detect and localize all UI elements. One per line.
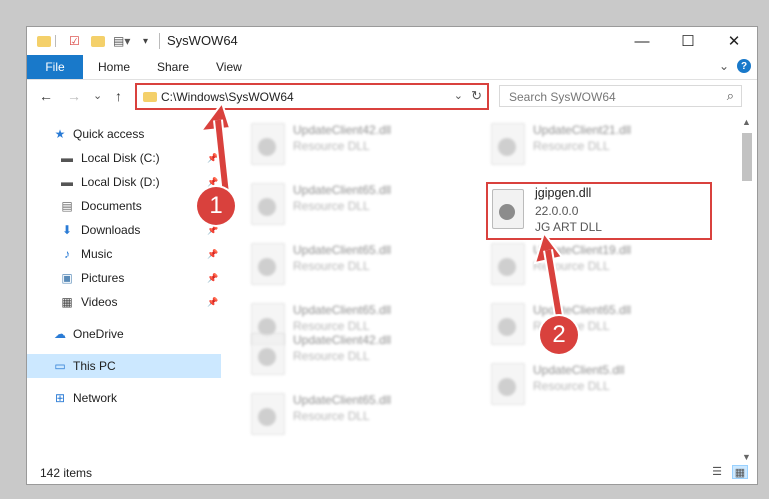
arrow-1-shaft-inner <box>215 119 229 195</box>
step-badge-2: 2 <box>540 316 578 354</box>
annotation-arrows <box>198 100 565 323</box>
step-badge-1: 1 <box>197 187 235 225</box>
